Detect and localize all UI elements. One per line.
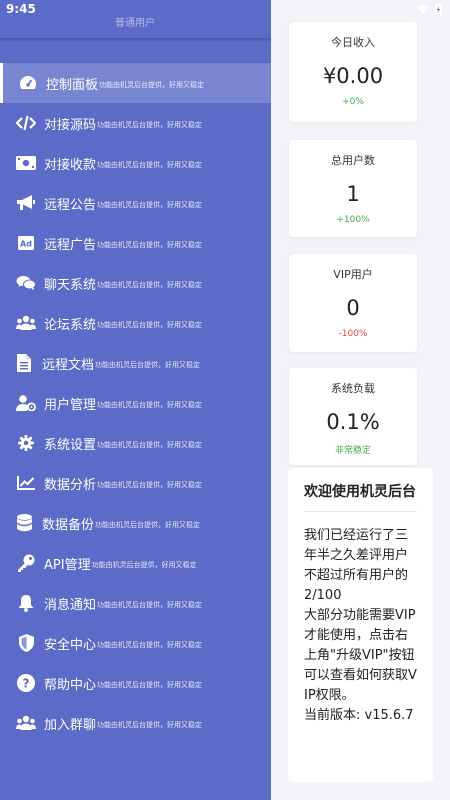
svg-text:Ad: Ad [20,240,32,249]
stat-card-vip: VIP用户 0 -100% [289,254,417,352]
dashboard-icon [18,73,38,93]
welcome-body: 我们已经运行了三年半之久差评用户不超过所有用户的2/100 大部分功能需要VIP… [304,528,417,723]
menu-item-api[interactable]: API管理 功能由机灵后台提供，好用又稳定 [0,543,271,583]
menu-item-description: 功能由机灵后台提供，好用又稳定 [97,480,203,489]
status-bar: 9:45 [0,0,450,22]
menu-item-label: 聊天系统 [44,277,97,293]
menu-item-forum[interactable]: 论坛系统 功能由机灵后台提供，好用又稳定 [0,303,271,343]
svg-text:?: ? [23,677,30,691]
menu-item-label: 对接源码 [44,117,97,133]
stat-label: 今日收入 [331,36,375,49]
menu-item-docs[interactable]: 远程文档 功能由机灵后台提供，好用又稳定 [0,343,271,383]
menu-item-dashboard[interactable]: 控制面板 功能由机灵后台提供，好用又稳定 [0,63,271,103]
menu-item-chat[interactable]: 聊天系统 功能由机灵后台提供，好用又稳定 [0,263,271,303]
stat-delta: +0% [342,97,364,107]
menu-item-label: 论坛系统 [44,317,97,333]
menu-item-description: 功能由机灵后台提供，好用又稳定 [97,120,203,129]
menu-item-security[interactable]: 安全中心 功能由机灵后台提供，好用又稳定 [0,623,271,663]
battery-icon [435,3,442,15]
gear-icon [16,433,36,453]
menu-item-payment[interactable]: 对接收款 功能由机灵后台提供，好用又稳定 [0,143,271,183]
menu-item-label: 消息通知 [44,597,97,613]
menu-item-description: 功能由机灵后台提供，好用又稳定 [97,600,203,609]
menu-item-announcement[interactable]: 远程公告 功能由机灵后台提供，好用又稳定 [0,183,271,223]
navigation-drawer: 普通用户 控制面板 功能由机灵后台提供，好用又稳定 对接源码 功能由机灵后台提供… [0,0,271,800]
menu-item-label: 远程文档 [42,357,95,373]
menu-item-label: 数据分析 [44,477,97,493]
welcome-card: 欢迎使用机灵后台 我们已经运行了三年半之久差评用户不超过所有用户的2/100 大… [288,468,433,782]
database-icon [14,513,34,533]
wifi-icon [417,4,429,14]
menu-item-notifications[interactable]: 消息通知 功能由机灵后台提供，好用又稳定 [0,583,271,623]
menu-item-label: 控制面板 [46,77,99,93]
stat-label: VIP用户 [333,268,373,281]
chat-icon [16,273,36,293]
group-icon [16,713,36,733]
menu-item-settings[interactable]: 系统设置 功能由机灵后台提供，好用又稳定 [0,423,271,463]
dashboard-content: 今日收入 ¥0.00 +0% 总用户数 1 +100% VIP用户 0 -100… [271,0,450,800]
menu-item-label: 远程广告 [44,237,97,253]
status-icons [417,3,442,15]
menu-item-description: 功能由机灵后台提供，好用又稳定 [97,640,203,649]
stat-delta: 非常稳定 [334,446,371,456]
users-icon [16,313,36,333]
menu-item-label: API管理 [44,557,91,573]
code-icon [16,113,36,133]
stat-value: 0.1% [326,410,380,434]
stat-label: 总用户数 [331,154,375,167]
header-divider [0,38,271,42]
menu-item-label: 远程公告 [44,197,97,213]
menu-item-description: 功能由机灵后台提供，好用又稳定 [97,680,203,689]
bell-icon [16,593,36,613]
menu-item-description: 功能由机灵后台提供，好用又稳定 [97,280,203,289]
chart-icon [16,473,36,493]
menu-item-label: 用户管理 [44,397,97,413]
status-time: 9:45 [6,2,36,16]
menu-item-description: 功能由机灵后台提供，好用又稳定 [97,720,203,729]
menu-item-backup[interactable]: 数据备份 功能由机灵后台提供，好用又稳定 [0,503,271,543]
menu-item-description: 功能由机灵后台提供，好用又稳定 [99,80,205,89]
help-icon: ? [16,673,36,693]
stat-delta: -100% [338,329,368,339]
menu-item-ads[interactable]: Ad 远程广告 功能由机灵后台提供，好用又稳定 [0,223,271,263]
menu-item-label: 帮助中心 [44,677,97,693]
shield-icon [16,633,36,653]
menu-item-label: 系统设置 [44,437,97,453]
stat-card-users: 总用户数 1 +100% [289,140,417,237]
stat-delta: +100% [336,215,370,225]
key-icon [16,553,36,573]
menu-item-description: 功能由机灵后台提供，好用又稳定 [97,240,203,249]
menu-item-description: 功能由机灵后台提供，好用又稳定 [97,400,203,409]
menu-item-label: 对接收款 [44,157,97,173]
stat-value: 1 [346,182,360,206]
menu-item-user-manage[interactable]: 用户管理 功能由机灵后台提供，好用又稳定 [0,383,271,423]
menu-item-description: 功能由机灵后台提供，好用又稳定 [95,520,201,529]
stat-value: ¥0.00 [322,64,384,88]
ad-icon: Ad [16,233,36,253]
menu-item-label: 安全中心 [44,637,97,653]
menu-item-description: 功能由机灵后台提供，好用又稳定 [97,160,203,169]
stat-card-load: 系统负载 0.1% 非常稳定 [289,368,417,465]
menu-item-join-group[interactable]: 加入群聊 功能由机灵后台提供，好用又稳定 [0,703,271,743]
money-icon [16,153,36,173]
menu-item-description: 功能由机灵后台提供，好用又稳定 [91,560,197,569]
menu-item-source-code[interactable]: 对接源码 功能由机灵后台提供，好用又稳定 [0,103,271,143]
menu-item-description: 功能由机灵后台提供，好用又稳定 [97,200,203,209]
menu-item-label: 数据备份 [42,517,95,533]
menu-item-analytics[interactable]: 数据分析 功能由机灵后台提供，好用又稳定 [0,463,271,503]
menu-item-help[interactable]: ? 帮助中心 功能由机灵后台提供，好用又稳定 [0,663,271,703]
stat-card-income: 今日收入 ¥0.00 +0% [289,22,417,122]
menu-item-description: 功能由机灵后台提供，好用又稳定 [97,440,203,449]
document-icon [14,353,34,373]
stat-label: 系统负载 [331,382,375,395]
user-manage-icon [16,393,36,413]
menu-item-description: 功能由机灵后台提供，好用又稳定 [95,360,201,369]
menu-item-label: 加入群聊 [44,717,97,733]
stat-value: 0 [346,296,360,320]
menu-item-description: 功能由机灵后台提供，好用又稳定 [97,320,203,329]
welcome-title: 欢迎使用机灵后台 [304,482,417,512]
megaphone-icon [16,193,36,213]
